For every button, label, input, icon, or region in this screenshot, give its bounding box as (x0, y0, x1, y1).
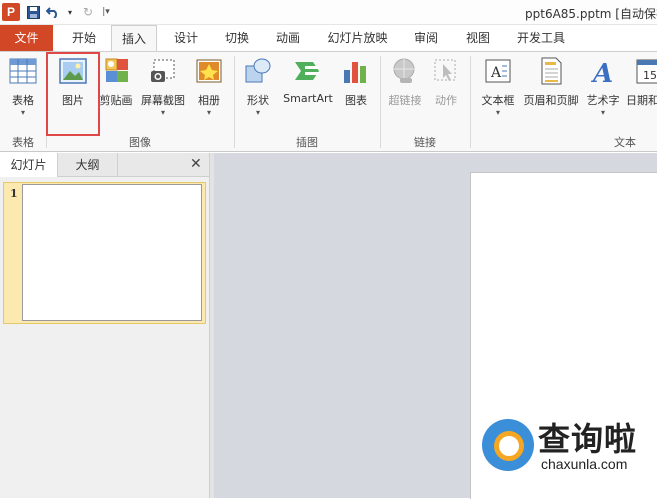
undo-dropdown-icon[interactable]: ▾ (62, 4, 78, 20)
screenshot-icon (148, 56, 178, 88)
wordart-dropdown-icon: ▾ (600, 108, 605, 117)
group-label-images: 图像 (129, 136, 151, 149)
save-icon[interactable] (25, 4, 41, 20)
smartart-icon (293, 56, 323, 88)
screenshot-dropdown-icon: ▾ (160, 108, 165, 117)
smartart-label: SmartArt (283, 92, 333, 105)
header-footer-label: 页眉和页脚 (523, 94, 579, 107)
action-icon (431, 56, 461, 88)
shapes-dropdown-icon: ▾ (255, 108, 260, 117)
tab-file[interactable]: 文件 (0, 25, 53, 51)
tab-view[interactable]: 视图 (455, 25, 501, 51)
tab-design[interactable]: 设计 (163, 25, 209, 51)
action-label: 动作 (435, 94, 457, 107)
textbox-label: 文本框 (481, 94, 515, 107)
ribbon-tabs: 文件 开始 插入 设计 切换 动画 幻灯片放映 审阅 视图 开发工具 (0, 25, 657, 51)
undo-icon[interactable] (45, 4, 61, 20)
clipart-icon (101, 56, 131, 88)
title-bar: P ▾ ↻ |▾ ppt6A85.pptm [自动保存 (0, 0, 657, 25)
table-label: 表格 (12, 94, 34, 107)
window-title: ppt6A85.pptm [自动保存 (525, 7, 657, 21)
shapes-icon (243, 56, 273, 88)
group-label-tables: 表格 (12, 136, 34, 149)
tab-transitions[interactable]: 切换 (214, 25, 260, 51)
group-label-text: 文本 (614, 136, 636, 149)
pane-tabs: 幻灯片 大纲 ✕ (0, 153, 209, 177)
wordart-button[interactable]: A 艺术字 ▾ (582, 56, 624, 118)
tab-developer[interactable]: 开发工具 (508, 25, 574, 51)
tab-animations[interactable]: 动画 (265, 25, 311, 51)
header-footer-button[interactable]: 页眉和页脚 (522, 56, 580, 108)
tab-outline[interactable]: 大纲 (58, 153, 118, 177)
slide-thumbnail[interactable] (22, 184, 202, 321)
group-label-illustrations: 插图 (296, 136, 318, 149)
photo-album-icon (194, 56, 224, 88)
textbox-button[interactable]: A 文本框 ▾ (476, 56, 520, 118)
close-icon[interactable]: ✕ (190, 156, 202, 172)
tab-home[interactable]: 开始 (61, 25, 107, 51)
album-dropdown-icon: ▾ (206, 108, 211, 117)
group-label-links: 链接 (414, 136, 436, 149)
action-button[interactable]: 动作 (430, 56, 462, 108)
table-button[interactable]: 表格 ▾ (5, 56, 41, 118)
tab-review[interactable]: 审阅 (403, 25, 449, 51)
chart-button[interactable]: 图表 (340, 56, 372, 108)
redo-icon[interactable]: ↻ (80, 4, 96, 20)
watermark-url: chaxunla.com (541, 456, 628, 472)
album-label: 相册 (198, 94, 220, 107)
table-dropdown-icon: ▾ (20, 108, 25, 117)
hyperlink-globe-icon (390, 56, 420, 88)
tab-slides[interactable]: 幻灯片 (0, 153, 58, 177)
clipart-button[interactable]: 剪贴画 (96, 56, 136, 108)
table-icon (8, 56, 38, 88)
smartart-button[interactable]: SmartArt (280, 56, 336, 105)
hyperlink-label: 超链接 (388, 94, 422, 107)
screenshot-button[interactable]: 屏幕截图 ▾ (138, 56, 188, 118)
bar-chart-icon (341, 56, 371, 88)
textbox-icon: A (483, 56, 513, 88)
picture-highlight-box (46, 52, 100, 136)
header-footer-icon (536, 56, 566, 88)
screenshot-label: 屏幕截图 (141, 94, 185, 107)
wordart-label: 艺术字 (586, 94, 620, 107)
chart-label: 图表 (345, 94, 367, 107)
wordart-icon: A (588, 56, 618, 89)
shapes-label: 形状 (247, 94, 269, 107)
powerpoint-logo-icon: P (2, 3, 20, 21)
datetime-button[interactable]: 15 日期和 (626, 56, 657, 108)
watermark-text: 查询啦 (538, 420, 638, 458)
tab-insert[interactable]: 插入 (111, 25, 157, 51)
album-button[interactable]: 相册 ▾ (192, 56, 226, 118)
slides-pane: 幻灯片 大纲 ✕ 1 (0, 153, 210, 498)
watermark-logo-inner-icon (494, 431, 524, 461)
textbox-dropdown-icon: ▾ (495, 108, 500, 117)
slide-number: 1 (10, 187, 18, 200)
hyperlink-button[interactable]: 超链接 (386, 56, 424, 108)
shapes-button[interactable]: 形状 ▾ (240, 56, 276, 118)
tab-slideshow[interactable]: 幻灯片放映 (320, 25, 395, 51)
svg-text:A: A (590, 59, 613, 86)
datetime-label: 日期和 (626, 94, 657, 107)
svg-text:15: 15 (643, 69, 657, 82)
svg-text:A: A (490, 65, 502, 81)
customize-icon[interactable]: |▾ (98, 4, 114, 20)
clipart-label: 剪贴画 (99, 94, 133, 107)
calendar-icon: 15 (634, 56, 657, 88)
group-separator (470, 56, 471, 148)
